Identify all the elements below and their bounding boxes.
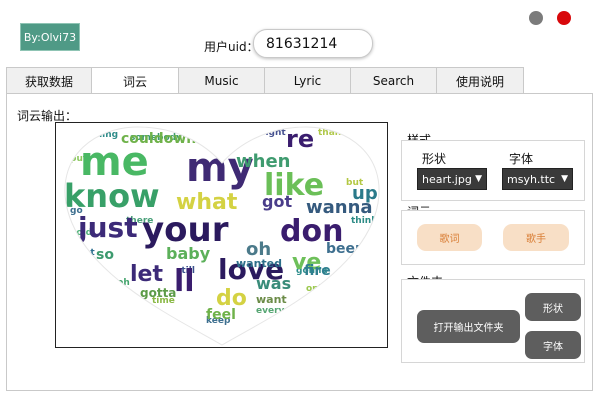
wordcloud-canvas: falling somebody never right than put go hol…	[55, 122, 388, 348]
font-folder-button[interactable]: 字体	[525, 331, 581, 359]
svg-text:just: just	[77, 211, 138, 244]
svg-text:never: never	[196, 128, 225, 138]
svg-text:see: see	[352, 256, 370, 266]
font-select[interactable]: msyh.ttc ▼	[502, 168, 573, 190]
svg-text:baby: baby	[166, 244, 211, 263]
singer-button[interactable]: 歌手	[503, 224, 569, 251]
font-select-value: msyh.ttc	[507, 172, 556, 186]
svg-text:was: was	[256, 274, 291, 293]
heart-wordcloud-image: falling somebody never right thanput gohol…	[64, 125, 380, 346]
svg-text:fire: fire	[304, 263, 331, 279]
app-logo: By:Olvi73	[20, 23, 80, 51]
minimize-button[interactable]	[529, 11, 543, 25]
svg-text:gotta: gotta	[140, 286, 176, 300]
svg-text:every: every	[256, 306, 285, 316]
font-label: 字体	[509, 152, 534, 166]
shape-select-value: heart.jpg	[422, 172, 472, 186]
tab-get-data[interactable]: 获取数据	[6, 67, 92, 94]
shape-label: 形状	[422, 152, 447, 166]
svg-text:right: right	[70, 248, 95, 258]
svg-text:want: want	[256, 293, 287, 306]
lyrics-button[interactable]: 歌词	[417, 224, 482, 251]
svg-text:re: re	[286, 125, 314, 153]
uid-label: 用户uid：	[204, 40, 259, 54]
svg-text:so: so	[96, 247, 114, 263]
tab-search[interactable]: Search	[350, 67, 437, 94]
tab-bar: 获取数据 词云 Music Lyric Search 使用说明	[6, 67, 524, 95]
chevron-down-icon: ▼	[475, 174, 482, 184]
open-output-folder-button[interactable]: 打开输出文件夹	[417, 310, 520, 343]
svg-text:got: got	[262, 192, 292, 211]
svg-text:been: been	[326, 241, 365, 257]
shape-select[interactable]: heart.jpg ▼	[417, 168, 487, 190]
tab-lyric[interactable]: Lyric	[264, 67, 351, 94]
svg-text:feel: feel	[206, 307, 236, 323]
close-button[interactable]	[557, 11, 571, 25]
svg-text:up: up	[352, 183, 378, 204]
tab-help[interactable]: 使用说明	[436, 67, 524, 94]
uid-input[interactable]	[253, 29, 373, 58]
tab-wordcloud[interactable]: 词云	[91, 67, 179, 95]
svg-text:ll: ll	[174, 264, 195, 299]
tab-music[interactable]: Music	[178, 67, 265, 94]
svg-text:wanted: wanted	[236, 257, 282, 270]
chevron-down-icon: ▼	[561, 174, 568, 184]
svg-text:let: let	[130, 262, 163, 287]
shape-folder-button[interactable]: 形状	[525, 293, 581, 321]
